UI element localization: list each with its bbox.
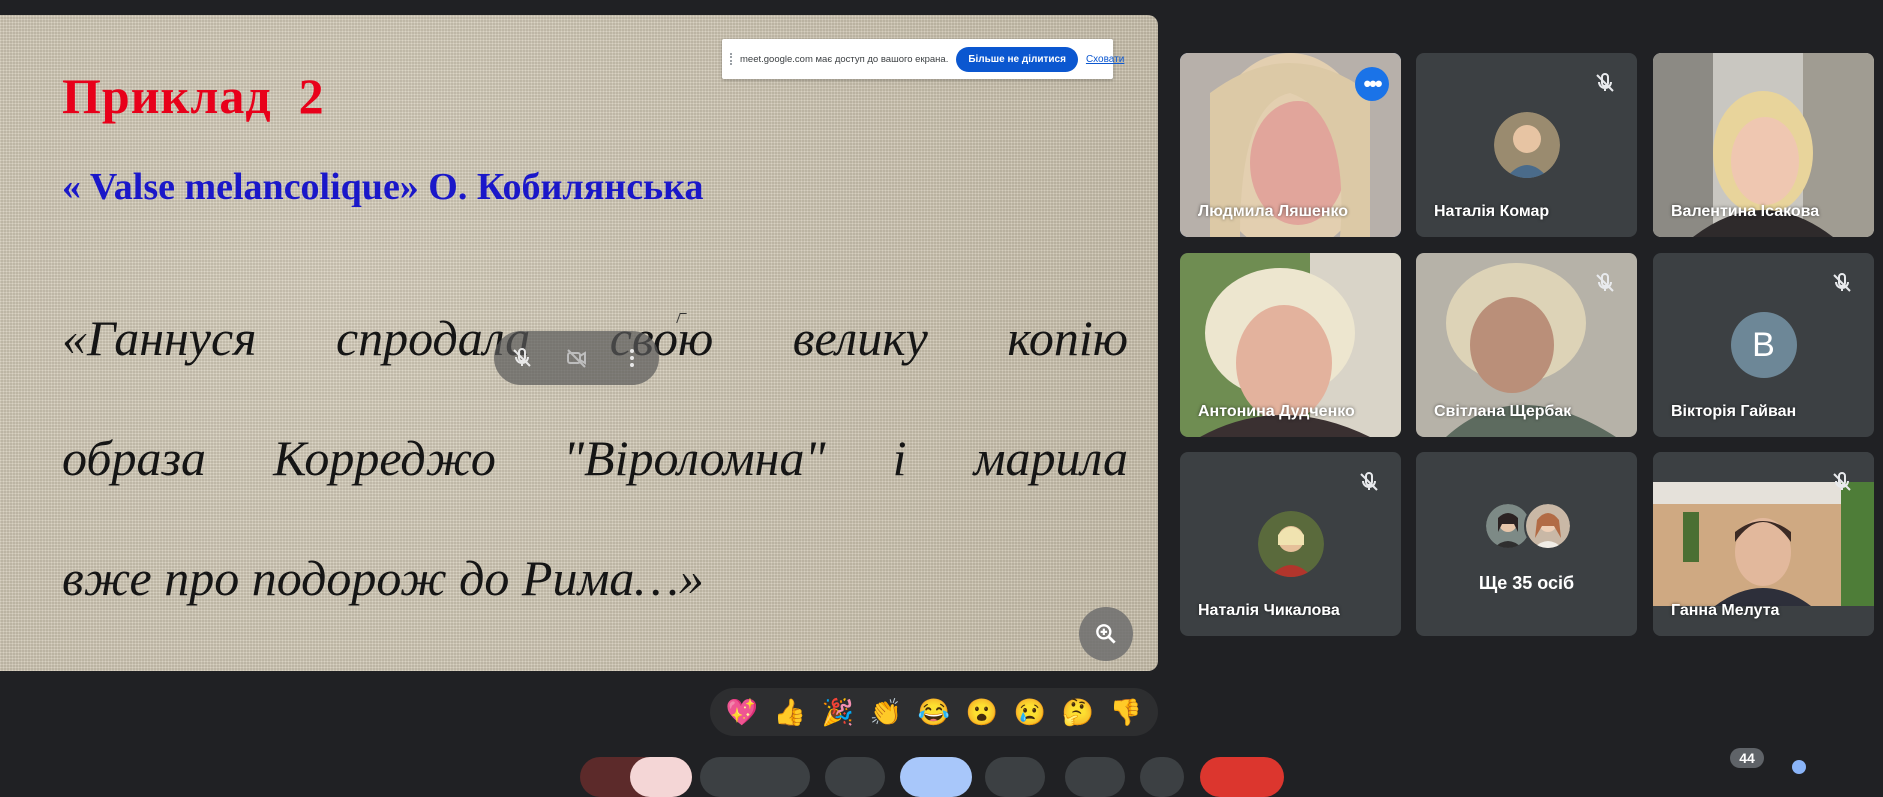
avatar xyxy=(1524,502,1572,550)
quote-word: велику xyxy=(792,310,928,366)
avatar: B xyxy=(1730,312,1797,378)
raise-hand-button[interactable] xyxy=(985,757,1045,797)
participant-name: Людмила Ляшенко xyxy=(1198,203,1349,220)
participant-name: Вікторія Гайван xyxy=(1671,403,1797,420)
quote-word: образа xyxy=(62,430,206,486)
mic-off-icon xyxy=(1360,471,1378,491)
quote-word: Корреджо xyxy=(273,430,496,486)
participant-name: Валентина Ісакова xyxy=(1671,203,1820,220)
captions-button[interactable] xyxy=(700,757,810,797)
quote-line-2: образа Корреджо "Віроломна" і марила xyxy=(62,429,1128,487)
activity-indicator-icon xyxy=(1792,760,1806,774)
drag-handle-icon[interactable] xyxy=(730,53,732,65)
quote-word: і xyxy=(892,430,907,486)
slide-title: Приклад 2 xyxy=(62,68,325,124)
reaction-sparkling-heart[interactable]: 💖 xyxy=(722,692,762,732)
stop-sharing-button[interactable]: Більше не ділитися xyxy=(956,46,1078,72)
mic-off-icon xyxy=(1833,272,1851,292)
quote-word: «Ганнуся xyxy=(62,310,257,366)
participant-name: Ганна Мелута xyxy=(1671,602,1780,619)
hide-banner-link[interactable]: Сховати xyxy=(1086,54,1124,65)
quote-word: марила xyxy=(973,430,1128,486)
reaction-thumbs-up[interactable]: 👍 xyxy=(770,692,810,732)
reaction-laughing[interactable]: 😂 xyxy=(914,692,954,732)
participant-tile[interactable]: Наталія Чикалова xyxy=(1180,452,1401,636)
screen-share-banner: meet.google.com має доступ до вашого екр… xyxy=(722,39,1124,79)
more-participants-tile[interactable]: Ще 35 осіб xyxy=(1416,452,1637,636)
mic-off-icon xyxy=(1596,72,1614,92)
mic-off-icon xyxy=(1596,272,1614,292)
mic-off-icon xyxy=(1833,471,1851,491)
camera-off-icon[interactable] xyxy=(559,340,595,376)
mic-off-icon[interactable] xyxy=(504,340,540,376)
participant-name: Наталія Комар xyxy=(1434,203,1550,220)
participant-tile[interactable]: B Вікторія Гайван xyxy=(1653,253,1874,437)
participant-tile[interactable]: Ганна Мелута xyxy=(1653,452,1874,636)
more-participants-label: Ще 35 осіб xyxy=(1478,573,1575,593)
leave-call-button[interactable] xyxy=(1200,757,1284,797)
participant-tile[interactable]: Наталія Комар xyxy=(1416,53,1637,237)
avatar xyxy=(1257,511,1324,577)
chat-button[interactable] xyxy=(1140,757,1184,797)
more-vert-icon[interactable] xyxy=(614,340,650,376)
slide-subtitle: « Valse melancolique» О. Кобилянська xyxy=(62,166,704,208)
more-options-button[interactable]: ••• xyxy=(1355,67,1389,101)
reaction-party-popper[interactable]: 🎉 xyxy=(818,692,858,732)
participant-name: Антонина Дудченко xyxy=(1198,403,1355,420)
participant-name: Наталія Чикалова xyxy=(1198,602,1340,619)
camera-toggle-button[interactable] xyxy=(630,757,692,797)
participant-tile[interactable]: Світлана Щербак xyxy=(1416,253,1637,437)
presentation-screen: Приклад 2 « Valse melancolique» О. Кобил… xyxy=(0,15,1158,671)
quote-line-3: вже про подорож до Рима…» xyxy=(62,550,704,606)
more-options-button[interactable] xyxy=(1065,757,1125,797)
avatar xyxy=(1493,112,1560,178)
reaction-surprised[interactable]: 😮 xyxy=(962,692,1002,732)
reaction-thumbs-down[interactable]: 👎 xyxy=(1106,692,1146,732)
participant-count-badge: 44 xyxy=(1730,748,1764,768)
reaction-thinking[interactable]: 🤔 xyxy=(1058,692,1098,732)
participant-tile[interactable]: ••• Людмила Ляшенко xyxy=(1180,53,1401,237)
share-banner-text: meet.google.com має доступ до вашого екр… xyxy=(740,53,949,65)
participant-tile[interactable]: Антонина Дудченко xyxy=(1180,253,1401,437)
quote-word: копію xyxy=(1007,310,1128,366)
zoom-in-button[interactable] xyxy=(1079,607,1133,661)
quote-word: "Віроломна" xyxy=(563,430,826,486)
tile-overlay-controls xyxy=(494,331,659,385)
emoji-button[interactable] xyxy=(825,757,885,797)
reactions-bar: 💖 👍 🎉 👏 😂 😮 😢 🤔 👎 xyxy=(710,688,1158,736)
zoom-in-icon xyxy=(1096,624,1116,644)
participant-tile[interactable]: Валентина Ісакова xyxy=(1653,53,1874,237)
participant-name: Світлана Щербак xyxy=(1434,403,1572,420)
reaction-crying[interactable]: 😢 xyxy=(1010,692,1050,732)
reaction-clapping[interactable]: 👏 xyxy=(866,692,906,732)
present-button[interactable] xyxy=(900,757,972,797)
